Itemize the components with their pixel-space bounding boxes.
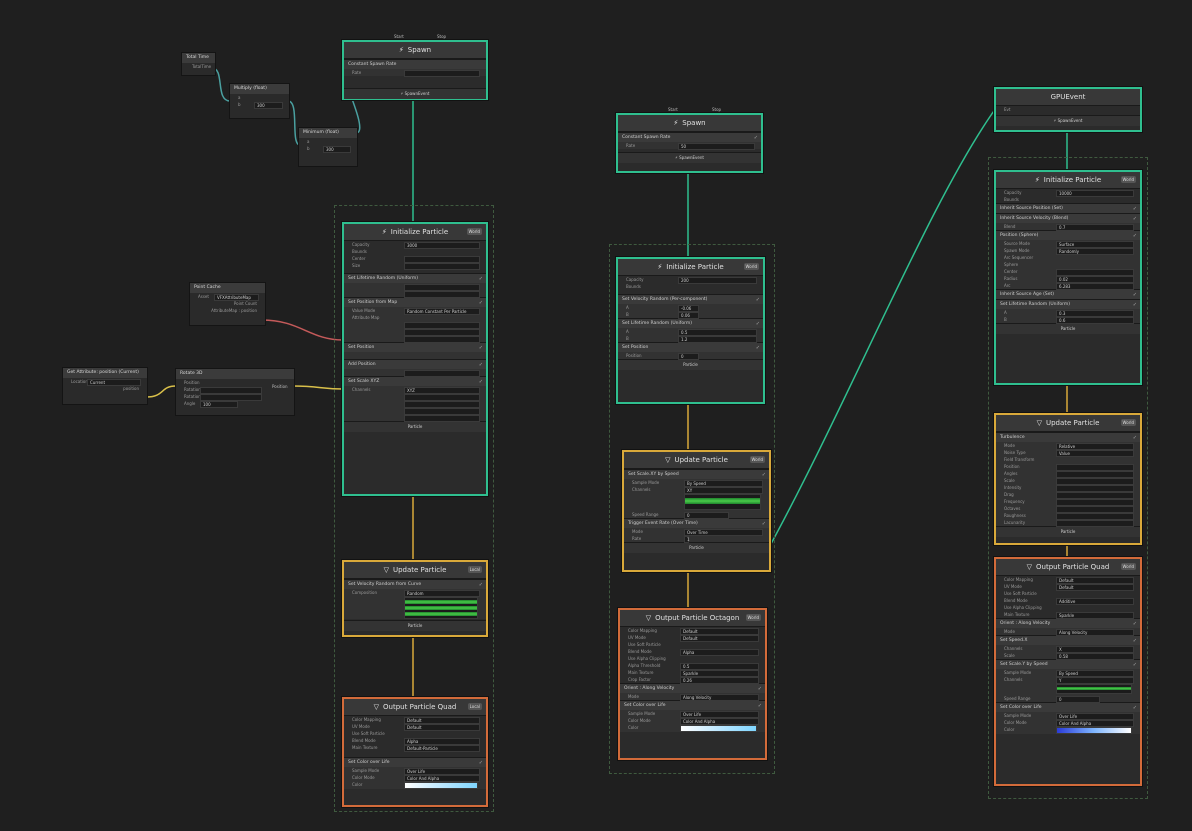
funnel-icon: ▽ [383, 566, 389, 574]
block-set-velocity-random[interactable]: Set Velocity Random (Per-component) ✓ A -0… [618, 294, 763, 319]
block-set-speed[interactable]: Set Speed.X ✓ Channels X Scale 0.58 [996, 635, 1140, 660]
rotate-output-label: Position [272, 384, 288, 389]
output-particle-quad-context[interactable]: ▽ Output Particle Quad Local Color Mapping… [342, 697, 488, 807]
operator-rotate-3d[interactable]: Rotate 3D Position Rotation Center Rotat… [175, 368, 295, 416]
curve-scale[interactable] [684, 494, 761, 510]
lightning-icon: ⚡ [398, 46, 404, 54]
context-footer: Particle [996, 323, 1140, 334]
operator-minimum[interactable]: Minimum (float) a b 300 [298, 127, 358, 167]
context-header[interactable]: ⚡ Initialize Particle World [996, 172, 1140, 189]
block-set-position[interactable]: Set Position ✓ [344, 342, 486, 359]
block-set-position-from-map[interactable]: Set Position from Map ✓ Value Mode Random … [344, 297, 486, 343]
operator-multiply[interactable]: Multiply (float) a b 300 [229, 83, 290, 119]
lightning-icon: ⚡ [1034, 176, 1040, 184]
block-trigger-event-rate[interactable]: Trigger Event Rate (Over Time) ✓ Mode Over… [624, 518, 769, 543]
block-turbulence[interactable]: Turbulence ✓ Mode Relative Noise Type Value… [996, 432, 1140, 527]
funnel-icon: ▽ [1036, 419, 1042, 427]
lightning-icon: ⚡ [381, 228, 387, 236]
curve-velocity[interactable] [404, 597, 478, 619]
spawn-context-middle[interactable]: ⚡ Spawn Constant Spawn Rate ✓ Rate 50 ⚡ Spa… [616, 113, 763, 173]
space-badge[interactable]: World [466, 228, 482, 235]
lightning-icon: ⚡ [400, 91, 404, 96]
context-header[interactable]: GPUEvent [996, 89, 1140, 106]
spawn-stop-label: Stop [712, 107, 722, 112]
context-footer: Particle [624, 542, 769, 553]
block-constant-spawn-rate[interactable]: Constant Spawn Rate Rate [344, 59, 486, 77]
funnel-icon: ▽ [645, 614, 652, 622]
context-header[interactable]: ▽ Update Particle Local [344, 562, 486, 579]
lightning-icon: ⚡ [657, 263, 663, 271]
context-header[interactable]: ⚡ Spawn [344, 42, 486, 59]
toggle-icon[interactable]: ✓ [1133, 291, 1137, 300]
lightning-icon: ⚡ [675, 155, 678, 160]
block-set-lifetime[interactable]: Set Lifetime Random (Uniform) ✓ [344, 273, 486, 298]
block-set-lifetime[interactable]: Set Lifetime Random (Uniform) ✓ A 0.3 B 0.6 [996, 299, 1140, 324]
block-orient[interactable]: Orient : Along Velocity ✓ Mode Along Veloc… [996, 618, 1140, 636]
funnel-icon: ▽ [373, 703, 380, 711]
block-inherit-velocity[interactable]: Inherit Source Velocity (Blend) ✓ Blend 0.… [996, 213, 1140, 231]
context-header[interactable]: ⚡ Initialize Particle World [618, 259, 763, 276]
block-set-velocity-random-curve[interactable]: Set Velocity Random from Curve ✓ Composit… [344, 579, 486, 619]
output-particle-octagon-context[interactable]: ▽ Output Particle Octagon World Color Mapp… [618, 608, 767, 760]
context-header[interactable]: ⚡ Initialize Particle World [344, 224, 486, 241]
context-header[interactable]: ▽ Output Particle Quad World [996, 559, 1140, 576]
wire-attrmap [261, 319, 344, 341]
context-header[interactable]: ▽ Update Particle World [624, 452, 769, 469]
block-set-position[interactable]: Set Position ✓ Position 0 [618, 342, 763, 360]
operator-get-attribute[interactable]: Get Attribute: position (Current) Locati… [62, 367, 148, 405]
block-add-position[interactable]: Add Position ✓ [344, 359, 486, 377]
block-set-scale-xyz[interactable]: Set Scale XYZ ✓ Channels XYZ [344, 376, 486, 422]
initialize-particle-context-right[interactable]: ⚡ Initialize Particle World Capacity 10000 … [994, 170, 1142, 385]
initialize-particle-context[interactable]: ⚡ Initialize Particle World Capacity 3000 B… [342, 222, 488, 496]
prop-rate[interactable]: Rate [344, 69, 486, 77]
curve-scale[interactable] [1056, 684, 1132, 694]
funnel-icon: ▽ [1026, 563, 1033, 571]
spawn-start-label: Start [394, 34, 404, 39]
block-orient[interactable]: Orient : Along Velocity ✓ Mode Along Veloc… [620, 683, 765, 701]
block-position-sphere[interactable]: Position (Sphere) ✓ Source Mode Surface Sp… [996, 230, 1140, 290]
block-color-over-life[interactable]: Set Color over Life ✓ Sample Mode Over Lif… [996, 702, 1140, 734]
update-particle-context[interactable]: ▽ Update Particle Local Set Velocity Rando… [342, 560, 488, 637]
context-footer: ⚡ SpawnEvent [996, 115, 1140, 126]
context-footer: Particle [344, 421, 486, 432]
gpu-event-context[interactable]: GPUEvent Evt ⚡ SpawnEvent [994, 87, 1142, 132]
block-scale-by-speed[interactable]: Set Scale.Y by Speed ✓ Sample Mode By Spee… [996, 659, 1140, 703]
context-header[interactable]: ▽ Output Particle Quad Local [344, 699, 486, 716]
block-inherit-position[interactable]: Inherit Source Position (Set) ✓ [996, 203, 1140, 213]
update-particle-context-right[interactable]: ▽ Update Particle World Turbulence ✓ Mode Re… [994, 413, 1142, 545]
block-constant-spawn-rate[interactable]: Constant Spawn Rate ✓ Rate 50 [618, 132, 761, 150]
context-footer: Particle [618, 359, 763, 370]
block-set-lifetime[interactable]: Set Lifetime Random (Uniform) ✓ A 0.5 B 1.2 [618, 318, 763, 343]
spawn-stop-label: Stop [437, 34, 447, 39]
context-footer: ⚡ SpawnEvent [618, 152, 761, 163]
update-particle-context-middle[interactable]: ▽ Update Particle World Set Scale.XY by Sp… [622, 450, 771, 572]
context-footer: ⚡ SpawnEvent [344, 88, 486, 99]
funnel-icon: ▽ [665, 456, 671, 464]
initialize-particle-context-middle[interactable]: ⚡ Initialize Particle World Capacity 200 Bo… [616, 257, 765, 404]
block-color-over-life[interactable]: Set Color over Life ✓ Sample Mode Over Lif… [344, 757, 486, 789]
block-color-over-life[interactable]: Set Color over Life ✓ Sample Mode Over Lif… [620, 700, 765, 732]
context-header[interactable]: ▽ Output Particle Octagon World [620, 610, 765, 627]
operator-total-time[interactable]: Total Time TotalTime [181, 52, 216, 76]
toggle-icon[interactable]: ✓ [1133, 205, 1137, 214]
output-particle-quad-context-right[interactable]: ▽ Output Particle Quad World Color Mapping… [994, 557, 1142, 786]
operator-point-cache[interactable]: Point Cache Asset VFXAttributeMap Point C… [189, 282, 266, 326]
context-header[interactable]: ⚡ Spawn [618, 115, 761, 132]
block-scale-by-speed[interactable]: Set Scale.XY by Speed ✓ Sample Mode By Spe… [624, 469, 769, 519]
block-inherit-age[interactable]: Inherit Source Age (Set) ✓ [996, 289, 1140, 299]
context-footer: Particle [996, 526, 1140, 537]
lightning-icon: ⚡ [1053, 118, 1057, 123]
wire-gpu-event [765, 107, 997, 554]
context-footer: Particle [344, 620, 486, 631]
spawn-context[interactable]: ⚡ Spawn Constant Spawn Rate Rate ⚡ SpawnE… [342, 40, 488, 100]
context-header[interactable]: ▽ Update Particle World [996, 415, 1140, 432]
lightning-icon: ⚡ [673, 119, 679, 127]
wire-getattr [145, 385, 177, 398]
spawn-start-label: Start [668, 107, 678, 112]
